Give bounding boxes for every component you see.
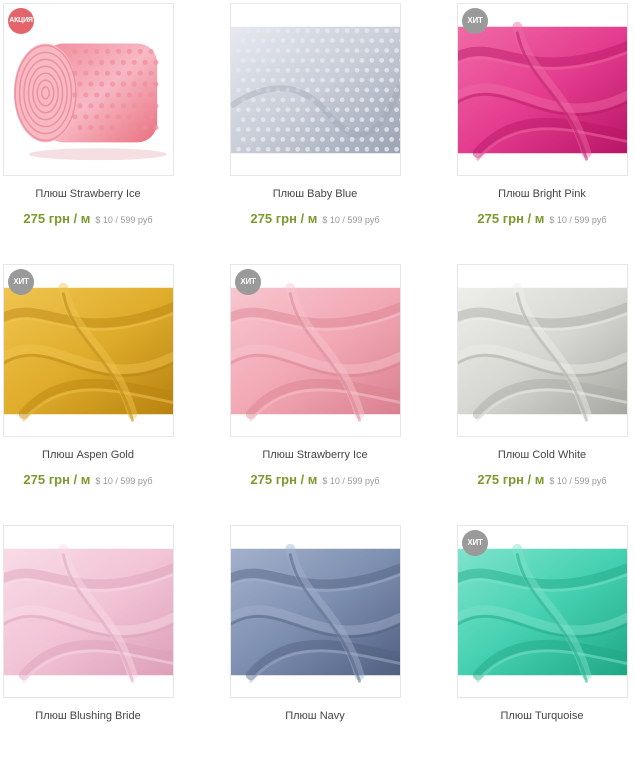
price-row: 275 грн / м $ 10 / 599 руб	[0, 471, 176, 489]
hit-badge: ХИТ	[8, 269, 34, 295]
product-image-frame[interactable]: ХИТ	[457, 525, 628, 698]
price-row: 275 грн / м $ 10 / 599 руб	[454, 471, 630, 489]
price-uah: 275 грн / м	[250, 211, 318, 226]
product-name[interactable]: Плюш Bright Pink	[454, 188, 630, 200]
price-row: 275 грн / м $ 10 / 599 руб	[454, 210, 630, 228]
product-card[interactable]: ХИТ Плюш Turquoise	[454, 522, 630, 784]
price-alt: $ 10 / 599 руб	[95, 215, 153, 225]
product-image-frame[interactable]: АКЦИЯ	[3, 3, 174, 176]
price-uah: 275 грн / м	[477, 211, 545, 226]
product-name[interactable]: Плюш Cold White	[454, 449, 630, 461]
product-card[interactable]: Плюш Baby Blue 275 грн / м $ 10 / 599 руб	[227, 0, 403, 262]
product-card[interactable]: ХИТ Плюш Bright Pink 275 грн / м $ 10 / 5…	[454, 0, 630, 262]
product-name[interactable]: Плюш Strawberry Ice	[227, 449, 403, 461]
product-name[interactable]: Плюш Strawberry Ice	[0, 188, 176, 200]
product-image-frame[interactable]: ХИТ	[3, 264, 174, 437]
hit-badge: ХИТ	[462, 530, 488, 556]
product-name[interactable]: Плюш Navy	[227, 710, 403, 722]
price-row: 275 грн / м $ 10 / 599 руб	[0, 210, 176, 228]
product-image-frame[interactable]: ХИТ	[230, 264, 401, 437]
price-row: 275 грн / м $ 10 / 599 руб	[227, 471, 403, 489]
hit-badge: ХИТ	[462, 8, 488, 34]
product-name[interactable]: Плюш Blushing Bride	[0, 710, 176, 722]
price-row: 275 грн / м $ 10 / 599 руб	[227, 210, 403, 228]
product-card[interactable]: Плюш Cold White 275 грн / м $ 10 / 599 ру…	[454, 261, 630, 523]
price-alt: $ 10 / 599 руб	[95, 476, 153, 486]
promo-badge: АКЦИЯ	[8, 8, 34, 34]
price-uah: 275 грн / м	[250, 472, 318, 487]
price-alt: $ 10 / 599 руб	[322, 476, 380, 486]
product-image-frame[interactable]	[457, 264, 628, 437]
hit-badge: ХИТ	[235, 269, 261, 295]
product-card[interactable]: ХИТ Плюш Aspen Gold 275 грн / м $ 10 / 59…	[0, 261, 176, 523]
product-image-frame[interactable]	[230, 3, 401, 176]
product-photo[interactable]	[231, 4, 400, 175]
product-photo[interactable]	[231, 526, 400, 697]
product-card[interactable]: ХИТ Плюш Strawberry Ice 275 грн / м $ 10 …	[227, 261, 403, 523]
product-photo[interactable]	[4, 526, 173, 697]
price-alt: $ 10 / 599 руб	[549, 476, 607, 486]
price-alt: $ 10 / 599 руб	[322, 215, 380, 225]
product-card[interactable]: Плюш Blushing Bride	[0, 522, 176, 784]
price-uah: 275 грн / м	[23, 211, 91, 226]
price-alt: $ 10 / 599 руб	[549, 215, 607, 225]
product-name[interactable]: Плюш Aspen Gold	[0, 449, 176, 461]
product-grid: АКЦИЯ Плюш Strawberry Ice 275 грн / м $ 1…	[0, 0, 635, 731]
price-uah: 275 грн / м	[477, 472, 545, 487]
product-name[interactable]: Плюш Baby Blue	[227, 188, 403, 200]
product-image-frame[interactable]	[230, 525, 401, 698]
product-image-frame[interactable]	[3, 525, 174, 698]
product-image-frame[interactable]: ХИТ	[457, 3, 628, 176]
product-card[interactable]: Плюш Navy	[227, 522, 403, 784]
product-name[interactable]: Плюш Turquoise	[454, 710, 630, 722]
product-card[interactable]: АКЦИЯ Плюш Strawberry Ice 275 грн / м $ 1…	[0, 0, 176, 262]
product-photo[interactable]	[458, 265, 627, 436]
price-uah: 275 грн / м	[23, 472, 91, 487]
